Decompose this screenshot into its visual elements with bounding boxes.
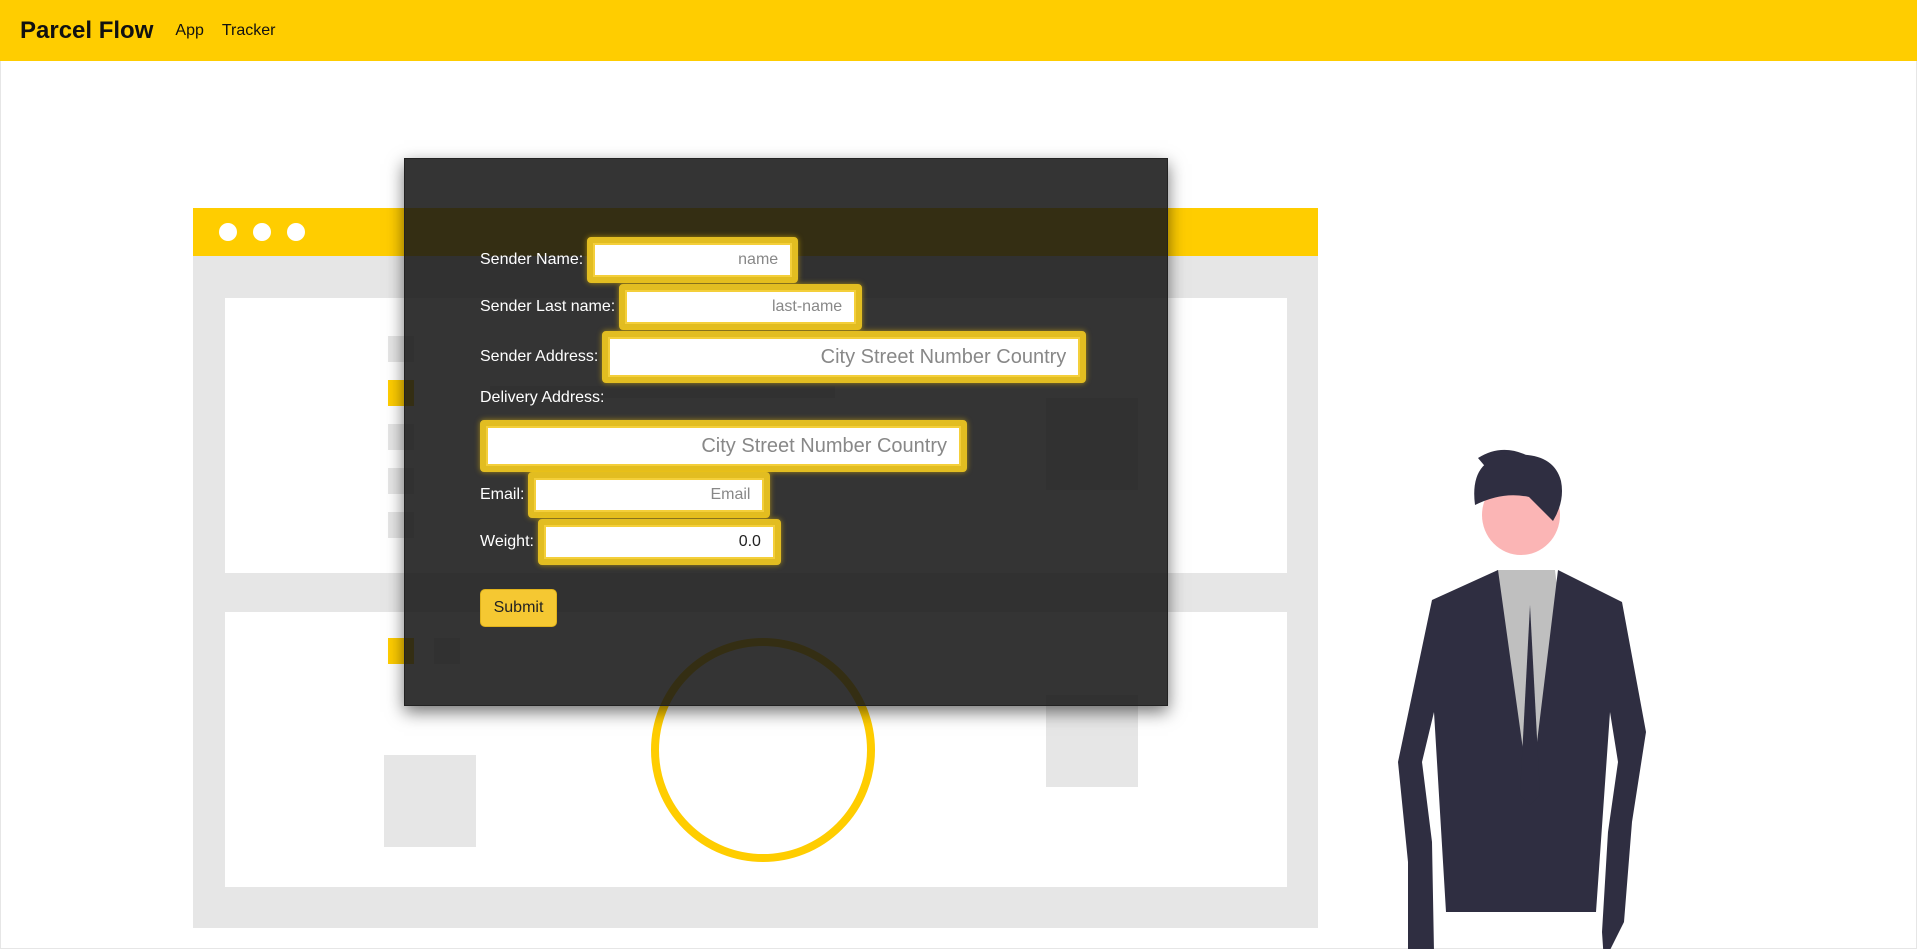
- delivery-address-label: Delivery Address:: [480, 389, 605, 406]
- top-navbar: Parcel Flow App Tracker: [0, 0, 1917, 61]
- mock-block-right-2: [1046, 695, 1138, 787]
- sender-address-row: Sender Address:: [480, 331, 1087, 383]
- sender-last-name-input[interactable]: [619, 284, 863, 330]
- delivery-address-label-row: Delivery Address:: [480, 389, 605, 407]
- email-row: Email:: [480, 472, 771, 518]
- delivery-address-row: [476, 420, 967, 472]
- nav-link-tracker[interactable]: Tracker: [222, 22, 276, 40]
- email-input[interactable]: [528, 472, 771, 518]
- parcel-form-modal: Sender Name: Sender Last name: Sender Ad…: [404, 158, 1168, 706]
- mock-window-dot-1: [219, 223, 237, 241]
- weight-row: Weight:: [480, 519, 781, 565]
- weight-label: Weight:: [480, 533, 534, 550]
- sender-name-input[interactable]: [587, 237, 799, 283]
- delivery-address-input[interactable]: [480, 420, 967, 472]
- weight-input[interactable]: [537, 519, 781, 565]
- nav-link-app[interactable]: App: [175, 22, 203, 40]
- brand-logo-text[interactable]: Parcel Flow: [20, 17, 153, 45]
- sender-last-name-label: Sender Last name:: [480, 298, 616, 315]
- sender-last-name-row: Sender Last name:: [480, 284, 863, 330]
- sender-address-input[interactable]: [602, 331, 1087, 383]
- submit-button[interactable]: Submit: [480, 589, 557, 627]
- sender-name-label: Sender Name:: [480, 251, 584, 268]
- mock-block-left-2: [384, 755, 476, 847]
- mock-window-dot-3: [287, 223, 305, 241]
- sender-name-row: Sender Name:: [480, 237, 799, 283]
- email-label: Email:: [480, 486, 525, 503]
- mock-window-dot-2: [253, 223, 271, 241]
- sender-address-label: Sender Address:: [480, 348, 599, 365]
- standing-man-figure: [1398, 449, 1646, 949]
